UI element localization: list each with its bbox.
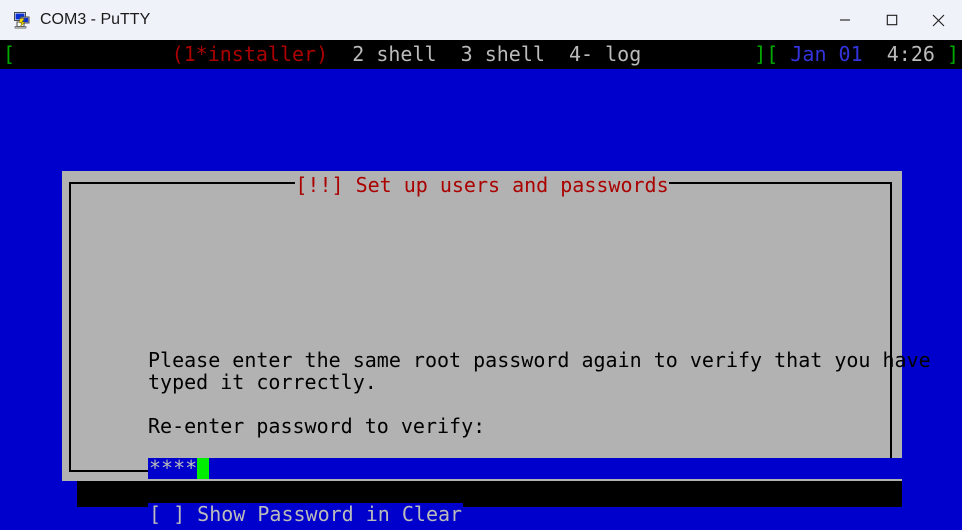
- installer-dialog: [!!] Set up users and passwords Please e…: [62, 171, 941, 525]
- password-input[interactable]: ****: [148, 458, 941, 479]
- tmux-window-log-4[interactable]: 4- log: [569, 42, 641, 66]
- tmux-status-line: [ (1*installer) 2 shell 3 shell 4- log ]…: [0, 40, 962, 69]
- close-button[interactable]: [915, 0, 962, 40]
- status-left-bracket: [: [3, 42, 16, 66]
- maximize-button[interactable]: [868, 0, 915, 40]
- tmux-window-shell-2[interactable]: 2 shell: [352, 42, 436, 66]
- window-title: COM3 - PuTTY: [40, 11, 151, 28]
- checkbox-label: Show Password in Clear: [197, 502, 463, 526]
- window-controls: [821, 0, 962, 40]
- terminal-screen[interactable]: [ (1*installer) 2 shell 3 shell 4- log ]…: [0, 40, 962, 530]
- putty-window: COM3 - PuTTY [(1*installer) 2 shell 3 s…: [0, 0, 962, 530]
- dialog-title: [!!] Set up users and passwords: [62, 171, 902, 200]
- status-right-end-bracket: ]: [946, 42, 959, 66]
- checkbox-marker: [ ]: [149, 502, 186, 526]
- status-right-open-bracket: [: [766, 42, 779, 66]
- password-masked-value: ****: [149, 458, 198, 479]
- text-cursor: [197, 458, 209, 479]
- tmux-window-list: [ (1*installer) 2 shell 3 shell 4- log: [3, 40, 641, 69]
- putty-icon: [11, 10, 31, 30]
- status-time: 4:26: [886, 42, 935, 66]
- show-password-checkbox[interactable]: [ ] Show Password in Clear: [148, 502, 464, 526]
- dialog-title-text: [!!] Set up users and passwords: [295, 173, 669, 197]
- status-date: Jan 01: [790, 42, 863, 66]
- tmux-window-shell-3[interactable]: 3 shell: [461, 42, 545, 66]
- titlebar-left: COM3 - PuTTY: [0, 10, 821, 30]
- status-right-close-bracket: ]: [754, 42, 767, 66]
- password-prompt-label: Re-enter password to verify:: [148, 414, 486, 438]
- tmux-window-installer[interactable]: (1*installer): [172, 42, 329, 66]
- tmux-status-right: ][ Jan 01 4:26 ]: [754, 40, 959, 69]
- dialog-body-line-1: Please enter the same root password agai…: [148, 348, 931, 372]
- minimize-button[interactable]: [821, 0, 868, 40]
- dialog-body-line-2: typed it correctly.: [148, 370, 377, 394]
- window-titlebar[interactable]: COM3 - PuTTY: [0, 0, 962, 40]
